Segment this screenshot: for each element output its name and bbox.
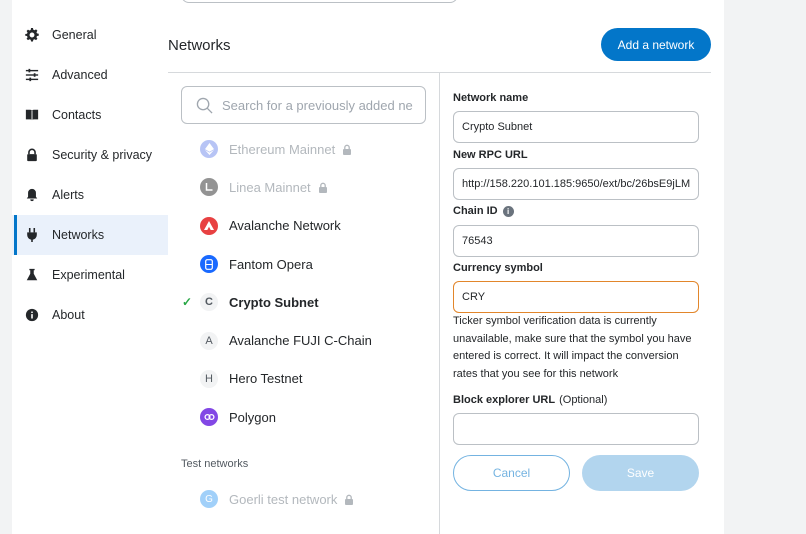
network-name: Goerli test network — [229, 491, 338, 507]
sidebar-item-label: General — [52, 28, 97, 42]
fantom-icon — [200, 255, 218, 274]
test-network-list: G Goerli test network — [188, 480, 428, 518]
network-item-crypto-subnet[interactable]: ✓ C Crypto Subnet — [182, 283, 428, 321]
network-search-input[interactable]: Search for a previously added ne — [181, 86, 426, 124]
network-item-fantom[interactable]: Fantom Opera — [188, 245, 428, 283]
network-item-polygon[interactable]: Polygon — [188, 398, 428, 436]
sidebar-item-general[interactable]: General — [12, 15, 168, 55]
page-title: Networks — [168, 37, 231, 54]
flask-icon — [24, 267, 40, 283]
add-network-button[interactable]: Add a network — [601, 28, 711, 61]
currency-symbol-field[interactable]: CRY — [453, 281, 699, 313]
lock-icon — [24, 147, 40, 163]
network-item-linea-mainnet[interactable]: Linea Mainnet — [188, 168, 428, 206]
network-name: Polygon — [229, 409, 276, 425]
search-icon — [196, 97, 213, 114]
linea-icon — [200, 178, 218, 197]
sidebar-item-label: Advanced — [52, 68, 108, 82]
sidebar-item-alerts[interactable]: Alerts — [12, 175, 168, 215]
network-item-goerli[interactable]: G Goerli test network — [188, 480, 428, 518]
test-networks-label: Test networks — [181, 458, 249, 470]
sidebar-item-label: Networks — [52, 228, 105, 242]
sidebar-item-label: About — [52, 308, 85, 322]
search-placeholder: Search for a previously added ne — [222, 97, 413, 113]
sidebar-item-networks[interactable]: Networks — [12, 215, 168, 255]
network-name: Crypto Subnet — [229, 294, 319, 310]
network-name: Fantom Opera — [229, 256, 313, 272]
network-item-avalanche[interactable]: Avalanche Network — [188, 207, 428, 245]
vertical-divider — [439, 73, 440, 534]
network-letter-avatar: H — [200, 369, 218, 388]
gear-icon — [24, 27, 40, 43]
network-name: Ethereum Mainnet — [229, 141, 336, 157]
sidebar-item-security[interactable]: Security & privacy — [12, 135, 168, 175]
currency-symbol-label: Currency symbol — [453, 262, 543, 274]
sidebar-item-label: Alerts — [52, 188, 84, 202]
sidebar-item-label: Contacts — [52, 108, 102, 122]
chain-id-field[interactable]: 76543 — [453, 225, 699, 257]
sidebar-item-label: Security & privacy — [52, 148, 153, 162]
rpc-url-label: New RPC URL — [453, 149, 528, 161]
rpc-url-field[interactable]: http://158.220.101.185:9650/ext/bc/26bsE… — [453, 168, 699, 200]
lock-icon — [344, 494, 354, 505]
chain-id-label: Chain ID — [453, 205, 498, 217]
lock-icon — [342, 144, 352, 155]
chain-id-label-row: Chain ID i — [453, 205, 514, 217]
networks-content: Networks Add a network Search for a prev… — [168, 0, 724, 534]
block-explorer-label: Block explorer URL — [453, 394, 556, 406]
settings-sidebar: General Advanced Contacts Security & pri… — [12, 15, 168, 335]
network-name-field[interactable]: Crypto Subnet — [453, 111, 699, 143]
save-button[interactable]: Save — [582, 455, 699, 491]
info-icon[interactable]: i — [502, 205, 514, 217]
block-explorer-label-row: Block explorer URL (Optional) — [453, 394, 607, 406]
network-name: Hero Testnet — [229, 371, 303, 387]
optional-label: (Optional) — [559, 394, 608, 406]
network-name: Avalanche Network — [229, 218, 341, 234]
ethereum-icon — [200, 140, 218, 159]
network-letter-avatar: A — [200, 331, 218, 350]
sidebar-item-label: Experimental — [52, 268, 125, 282]
network-letter-avatar: C — [200, 293, 218, 312]
bell-icon — [24, 187, 40, 203]
sidebar-item-contacts[interactable]: Contacts — [12, 95, 168, 135]
network-name-label: Network name — [453, 92, 529, 104]
lock-icon — [318, 182, 328, 193]
network-item-ethereum-mainnet[interactable]: Ethereum Mainnet — [188, 130, 428, 168]
network-list: Ethereum Mainnet Linea Mainnet Avalanche… — [182, 130, 428, 436]
network-name: Linea Mainnet — [229, 179, 311, 195]
settings-panel: General Advanced Contacts Security & pri… — [12, 0, 724, 534]
check-icon: ✓ — [182, 295, 193, 310]
network-name: Avalanche FUJI C-Chain — [229, 333, 372, 349]
block-explorer-field[interactable] — [453, 413, 699, 445]
book-icon — [24, 107, 40, 123]
network-item-avalanche-fuji[interactable]: A Avalanche FUJI C-Chain — [188, 321, 428, 359]
sidebar-item-experimental[interactable]: Experimental — [12, 255, 168, 295]
network-item-hero-testnet[interactable]: H Hero Testnet — [188, 360, 428, 398]
network-letter-avatar: G — [200, 490, 218, 509]
sidebar-item-about[interactable]: About — [12, 295, 168, 335]
avalanche-icon — [200, 216, 218, 235]
sidebar-item-advanced[interactable]: Advanced — [12, 55, 168, 95]
sliders-icon — [24, 67, 40, 83]
cancel-button[interactable]: Cancel — [453, 455, 570, 491]
currency-warning-text: Ticker symbol verification data is curre… — [453, 315, 692, 380]
polygon-icon — [200, 408, 218, 427]
plug-icon — [24, 227, 40, 243]
info-icon — [24, 307, 40, 323]
